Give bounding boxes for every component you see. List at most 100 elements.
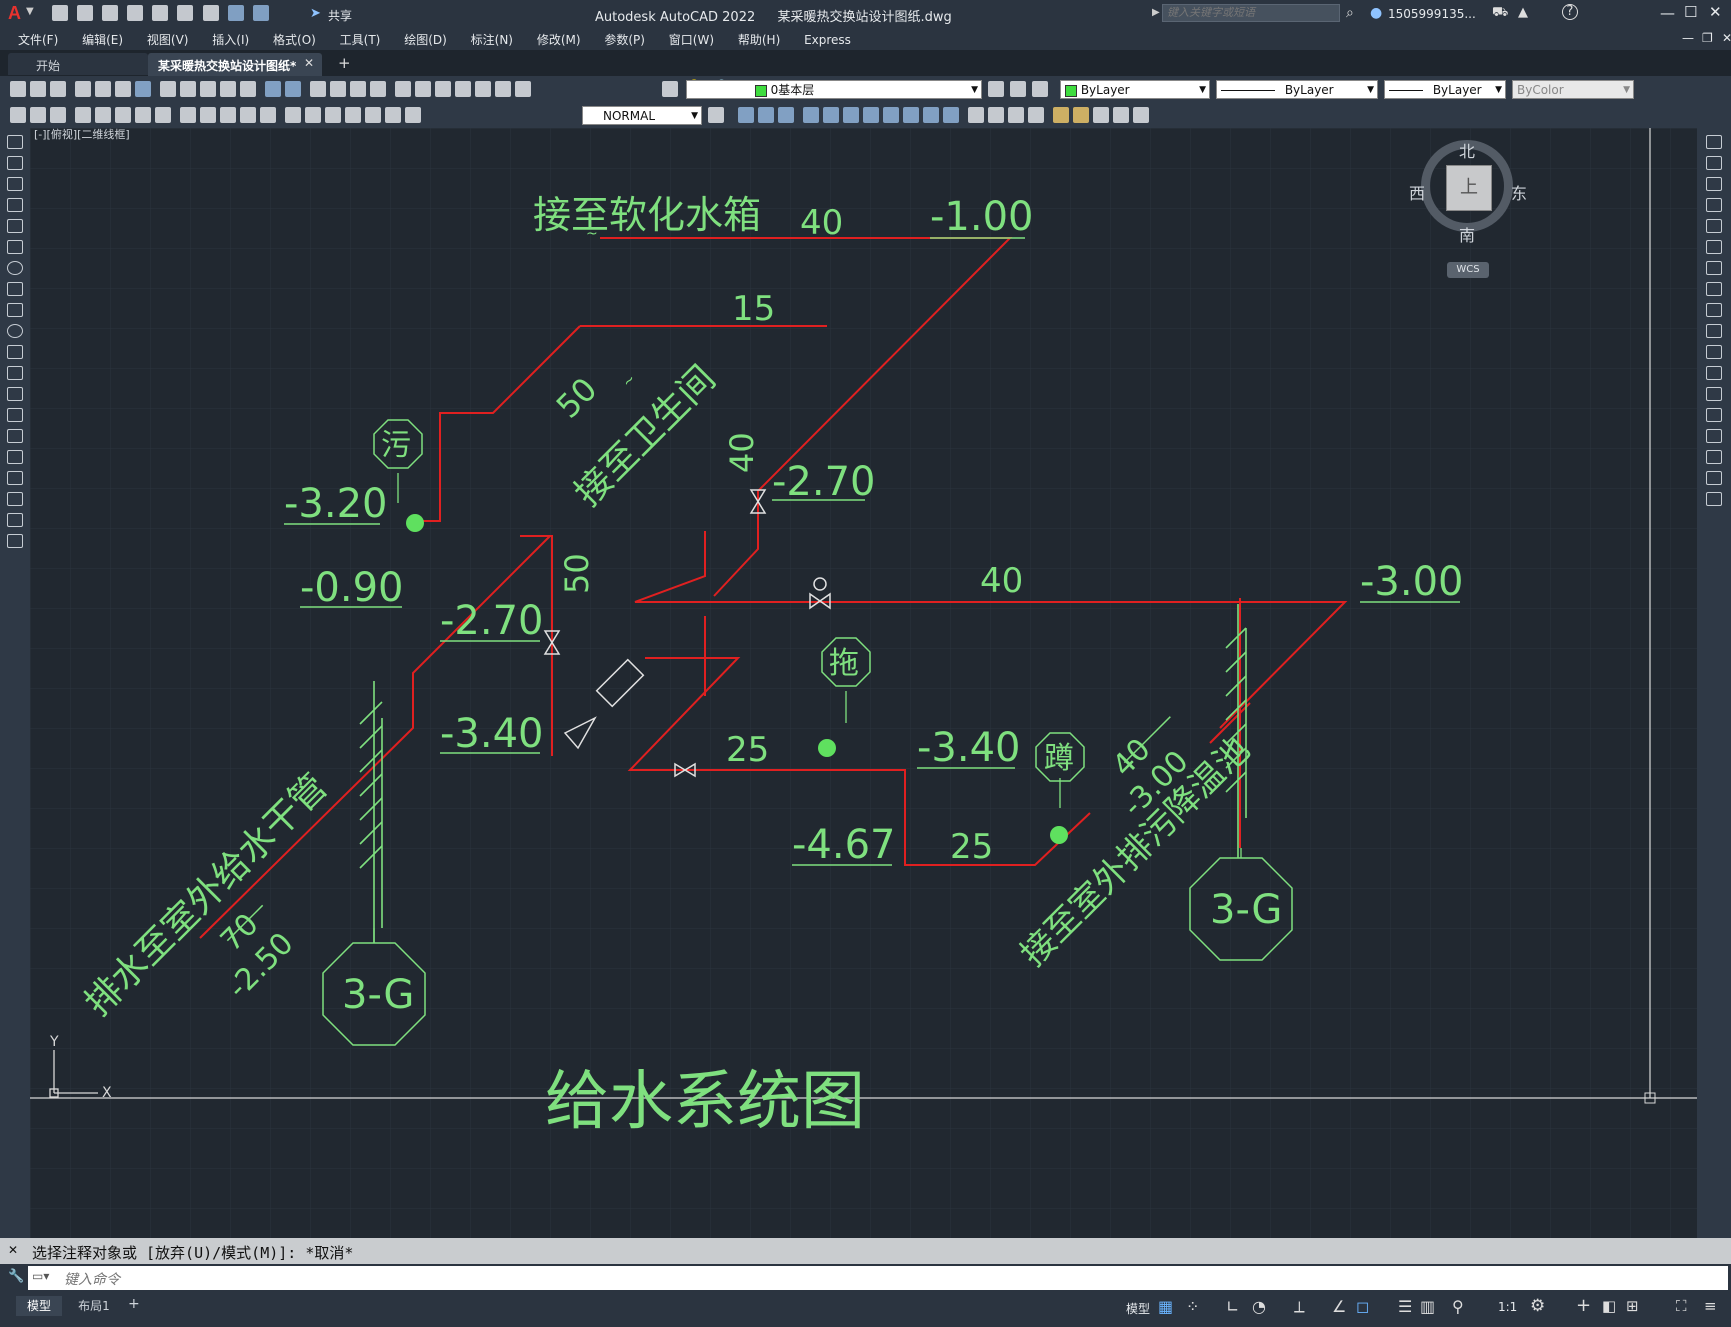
close-icon[interactable]: ✕: [1709, 3, 1722, 21]
zoom-window-icon[interactable]: [350, 81, 367, 97]
copy-side-icon[interactable]: [1706, 156, 1722, 170]
isodraft-icon[interactable]: ⟂: [1294, 1297, 1305, 1317]
point-icon[interactable]: [7, 408, 23, 422]
open-icon[interactable]: [30, 81, 46, 97]
quick-dim-icon[interactable]: [180, 107, 197, 123]
drawing-canvas[interactable]: 接至软化水箱 ~ 40 -1.00 15 50 ~ 接至卫生间 40 -2.70…: [30, 128, 1697, 1238]
markup-icon[interactable]: [475, 81, 492, 97]
menu-help[interactable]: 帮助(H): [728, 28, 790, 51]
break-point-icon[interactable]: [1706, 366, 1722, 380]
save-tb-icon[interactable]: [50, 81, 66, 97]
publish-icon[interactable]: [115, 81, 132, 97]
line-icon[interactable]: [7, 135, 23, 149]
dim-angular-icon[interactable]: [155, 107, 172, 123]
mtext-icon[interactable]: [7, 513, 23, 527]
menu-view[interactable]: 视图(V): [137, 28, 199, 51]
rotate-side-icon[interactable]: [1706, 261, 1722, 275]
dim-linear-icon[interactable]: [10, 107, 26, 123]
mop-drain-dot[interactable]: [818, 739, 836, 757]
redo-icon[interactable]: [252, 5, 269, 21]
viewport-controls[interactable]: [-][俯视][二维线框]: [34, 128, 130, 142]
dim-ordinate-icon[interactable]: [75, 107, 92, 123]
mirror-side-icon[interactable]: [1706, 177, 1722, 191]
tool-palettes-icon[interactable]: [435, 81, 452, 97]
tolerance-icon[interactable]: [285, 107, 302, 123]
stretch-side-icon[interactable]: [1706, 303, 1722, 317]
menu-window[interactable]: 窗口(W): [659, 28, 724, 51]
app-menu-chevron-icon[interactable]: ▼: [26, 6, 34, 17]
compass-north[interactable]: 北: [1459, 138, 1475, 162]
search-input[interactable]: [1162, 4, 1340, 22]
annotation-scale-icon[interactable]: ⚲: [1452, 1297, 1464, 1316]
break-side-icon[interactable]: [1706, 387, 1722, 401]
move-icon[interactable]: [823, 107, 840, 123]
menu-tools[interactable]: 工具(T): [330, 28, 391, 51]
dim-break-icon[interactable]: [260, 107, 277, 123]
zoom-previous-icon[interactable]: [370, 81, 387, 97]
menu-modify[interactable]: 修改(M): [527, 28, 591, 51]
viewcube[interactable]: 上 北 南 西 东 WCS: [1409, 138, 1527, 290]
menu-file[interactable]: 文件(F): [8, 28, 68, 51]
share-icon[interactable]: ➤: [310, 6, 321, 21]
plot-icon[interactable]: [75, 81, 92, 97]
undo-tb-icon[interactable]: [265, 81, 282, 97]
center-mark-icon[interactable]: [305, 107, 322, 123]
menu-express[interactable]: Express: [794, 30, 861, 50]
bring-above-icon[interactable]: [1093, 107, 1110, 123]
ellipse-arc-icon[interactable]: [7, 345, 23, 359]
mirror-icon[interactable]: [758, 107, 774, 123]
viewcube-top-face[interactable]: 上: [1446, 165, 1492, 211]
new-tab-icon[interactable]: +: [338, 54, 351, 72]
dim-radius-icon[interactable]: [95, 107, 112, 123]
model-space-button[interactable]: 模型: [1126, 1300, 1150, 1317]
hardware-accel-icon[interactable]: ⊞: [1626, 1297, 1639, 1315]
search-icon[interactable]: ⌕: [1346, 5, 1354, 21]
ellipse-icon[interactable]: [7, 324, 23, 338]
textstyle-dropdown[interactable]: NORMAL ▼: [582, 106, 702, 125]
plus-icon[interactable]: +: [1576, 1295, 1591, 1316]
properties-icon[interactable]: [395, 81, 412, 97]
layer-dropdown[interactable]: 0基本层 ▼: [686, 80, 982, 99]
rotate-icon[interactable]: [843, 107, 860, 123]
command-input[interactable]: [62, 1268, 1666, 1290]
break-icon[interactable]: [943, 107, 960, 123]
help-icon[interactable]: ?: [1562, 4, 1578, 20]
tab-close-icon[interactable]: ✕: [304, 56, 314, 70]
wcs-menu[interactable]: WCS: [1447, 262, 1489, 278]
block-editor-icon[interactable]: [240, 81, 257, 97]
copy-obj-icon[interactable]: [738, 107, 754, 123]
open-web-icon[interactable]: [152, 5, 169, 21]
zoom-realtime-icon[interactable]: [330, 81, 347, 97]
trim-side-icon[interactable]: [1706, 324, 1722, 338]
menu-format[interactable]: 格式(O): [263, 28, 326, 51]
web-icon[interactable]: [135, 81, 152, 97]
print-icon[interactable]: [202, 5, 219, 21]
customize-icon[interactable]: 🔧: [8, 1269, 24, 1284]
color-dropdown[interactable]: ByLayer ▼: [1060, 80, 1210, 99]
autocad-logo-icon[interactable]: A: [8, 3, 21, 24]
jogged-linear-icon[interactable]: [345, 107, 362, 123]
osnap-toggle-icon[interactable]: ◻: [1356, 1297, 1369, 1316]
minimize-icon[interactable]: —: [1660, 4, 1675, 22]
offset-icon[interactable]: [778, 107, 794, 123]
explode-icon[interactable]: [1028, 107, 1045, 123]
design-center-icon[interactable]: [415, 81, 432, 97]
add-selected-icon[interactable]: [7, 534, 23, 548]
qnew-icon[interactable]: [10, 81, 26, 97]
menu-edit[interactable]: 编辑(E): [72, 28, 133, 51]
make-block-icon[interactable]: [7, 387, 23, 401]
command-prompt-icon[interactable]: ▭▾: [32, 1269, 49, 1283]
draworder-back-icon[interactable]: [1073, 107, 1090, 123]
dim-jogged-icon[interactable]: [115, 107, 132, 123]
menu-parametric[interactable]: 参数(P): [594, 28, 655, 51]
send-under-icon[interactable]: [1113, 107, 1130, 123]
isolate-icon[interactable]: ◧: [1602, 1297, 1616, 1315]
tab-start[interactable]: 开始: [8, 53, 148, 75]
layer-iso-icon[interactable]: [1032, 81, 1048, 97]
user-icon[interactable]: ●: [1370, 5, 1382, 21]
chamfer-side-icon[interactable]: [1706, 429, 1722, 443]
menu-dimension[interactable]: 标注(N): [461, 28, 523, 51]
dim-style-icon[interactable]: [708, 107, 724, 123]
revcloud-icon[interactable]: [7, 282, 23, 296]
fillet-side-icon[interactable]: [1706, 450, 1722, 464]
